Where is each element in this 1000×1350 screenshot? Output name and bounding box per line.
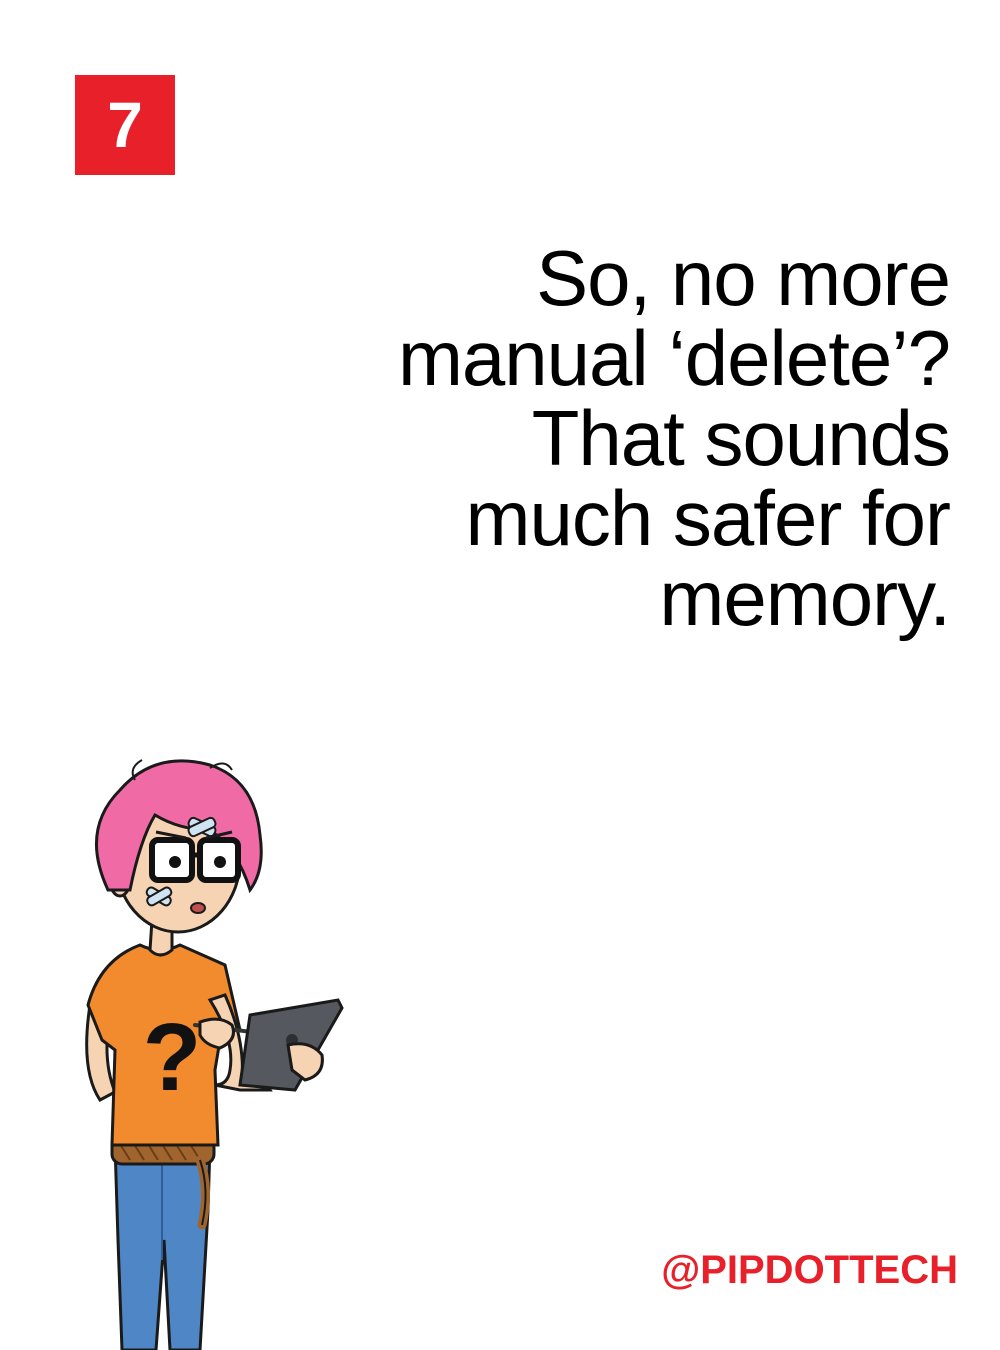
quote-line-2: manual ‘delete’?	[397, 314, 951, 402]
quote-text: So, no more manual ‘delete’? That sounds…	[250, 234, 951, 642]
shirt-symbol: ?	[143, 1004, 202, 1111]
character-illustration: ?	[85, 759, 344, 1350]
character-head	[95, 759, 263, 934]
slide-number: 7	[107, 89, 143, 161]
quote-line-1: So, no more	[536, 234, 951, 322]
social-handle: @PIPDOTTECH	[661, 1248, 958, 1292]
glasses-icon	[149, 837, 241, 883]
slide-number-badge: 7	[75, 75, 175, 175]
quote-line-5: memory.	[659, 554, 951, 642]
quote-line-4: much safer for	[465, 474, 951, 562]
jeans	[113, 1143, 212, 1350]
quote-line-3: That sounds	[531, 394, 951, 482]
